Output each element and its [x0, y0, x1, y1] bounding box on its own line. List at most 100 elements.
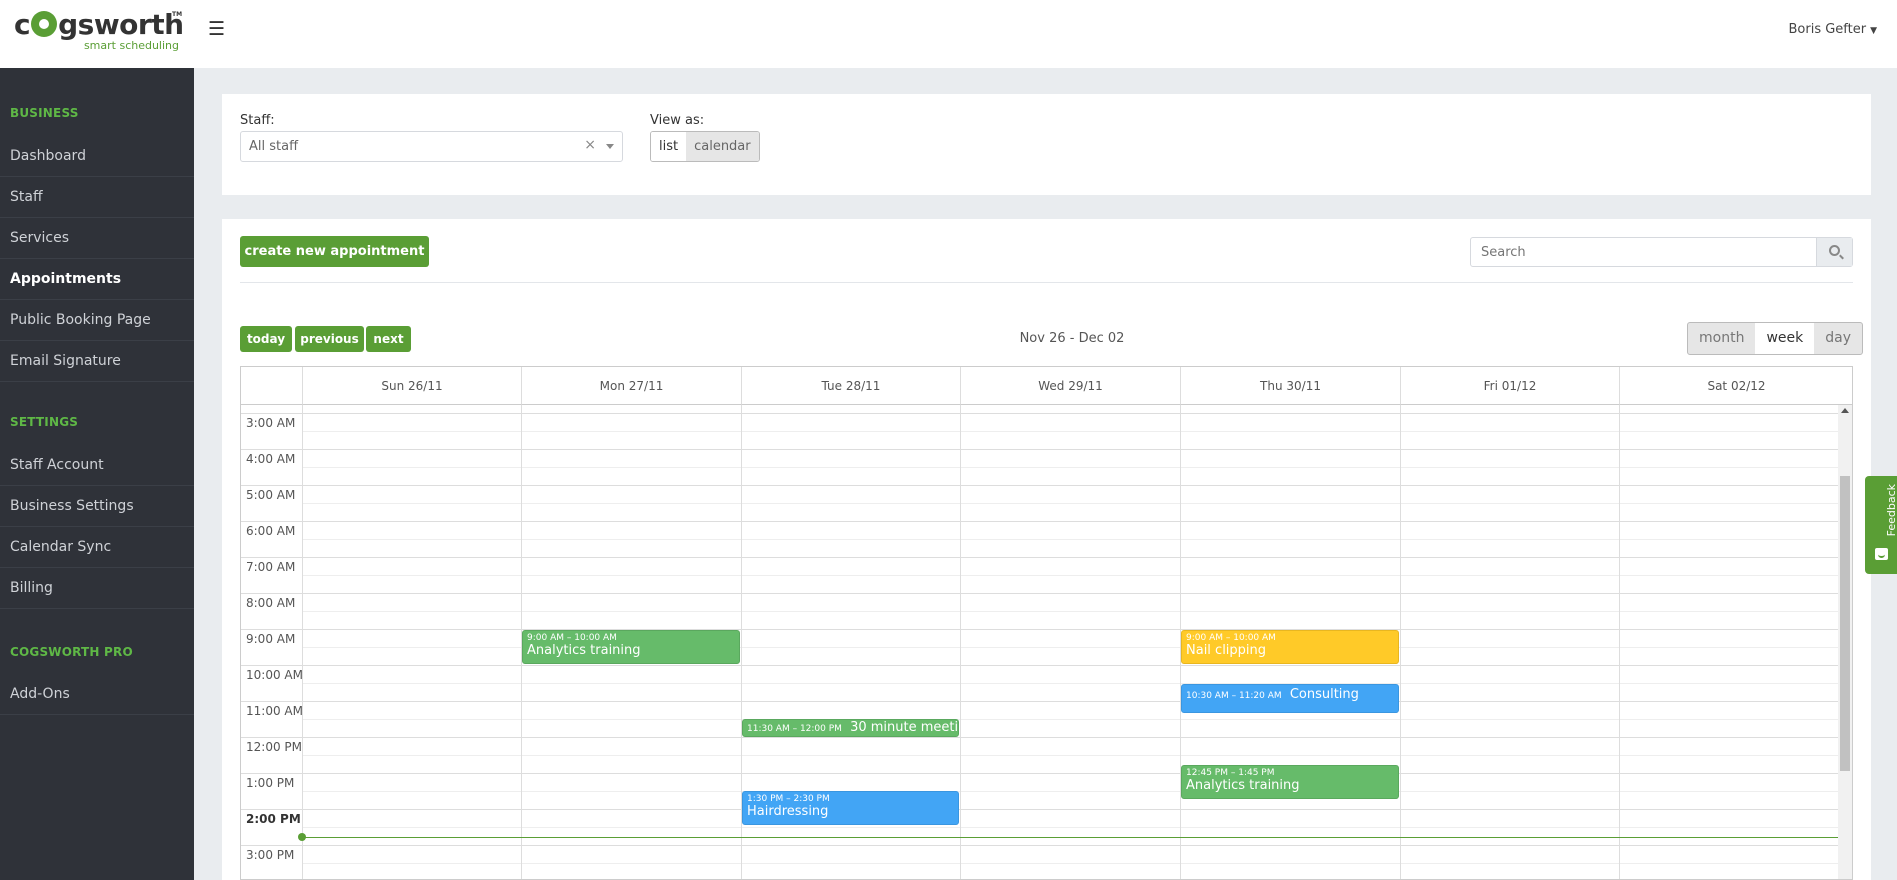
sidebar-item-business-settings[interactable]: Business Settings [0, 486, 194, 527]
current-time-line [302, 837, 1838, 838]
event-30-minute-meeting[interactable]: 11:30 AM – 12:00 PM 30 minute meeting [742, 719, 959, 737]
event-time: 10:30 AM – 11:20 AM [1186, 691, 1282, 701]
view-month-button[interactable]: month [1688, 323, 1755, 354]
hour-line [241, 413, 1838, 414]
view-as-toggle: list calendar [650, 131, 760, 162]
time-label: 12:00 PM [246, 740, 302, 754]
event-time: 9:00 AM – 10:00 AM [1186, 633, 1276, 643]
logo[interactable]: c gsworth TM smart scheduling [14, 8, 184, 56]
half-hour-line [302, 827, 1838, 828]
feedback-label: Feedback [1885, 484, 1897, 537]
event-title: Analytics training [527, 643, 641, 658]
sidebar-section-pro: COGSWORTH PRO [10, 645, 133, 659]
scroll-up-icon[interactable] [1841, 408, 1849, 413]
time-label: 6:00 AM [246, 524, 296, 538]
hour-line [241, 629, 1838, 630]
half-hour-line [302, 863, 1838, 864]
hour-line [241, 485, 1838, 486]
hour-line [241, 737, 1838, 738]
date-range-title: Nov 26 - Dec 02 [1019, 331, 1125, 346]
scrollbar-thumb[interactable] [1840, 476, 1850, 771]
staff-select[interactable]: All staff × [240, 131, 623, 162]
event-analytics-training-mon[interactable]: 9:00 AM – 10:00 AM Analytics training [522, 630, 740, 664]
search-icon [1829, 245, 1840, 256]
search-button[interactable] [1816, 238, 1852, 266]
half-hour-line [302, 755, 1838, 756]
time-label: 7:00 AM [246, 560, 296, 574]
sidebar-item-appointments[interactable]: Appointments [0, 259, 194, 300]
staff-select-value: All staff [249, 139, 299, 154]
create-appointment-button[interactable]: create new appointment [240, 236, 429, 267]
event-nail-clipping[interactable]: 9:00 AM – 10:00 AM Nail clipping [1181, 630, 1399, 664]
search-input[interactable] [1471, 238, 1816, 266]
view-day-button[interactable]: day [1814, 323, 1862, 354]
half-hour-line [302, 503, 1838, 504]
half-hour-line [302, 791, 1838, 792]
event-title: 30 minute meeting [850, 720, 959, 735]
hour-line [241, 593, 1838, 594]
top-bar: c gsworth TM smart scheduling ☰ Boris Gef… [0, 0, 1897, 68]
event-title: Analytics training [1186, 778, 1300, 793]
sidebar-item-add-ons[interactable]: Add-Ons [0, 674, 194, 715]
day-column-line [1619, 405, 1620, 879]
sidebar-item-billing[interactable]: Billing [0, 568, 194, 609]
half-hour-line [302, 539, 1838, 540]
hour-line [241, 665, 1838, 666]
hour-line [241, 521, 1838, 522]
sidebar-section-business: BUSINESS [10, 106, 79, 120]
calendar-scrollbar[interactable] [1838, 405, 1852, 879]
gear-icon [31, 11, 58, 37]
feedback-tab[interactable]: Feedback [1865, 476, 1897, 574]
event-time: 11:30 AM – 12:00 PM [747, 724, 842, 734]
sidebar-item-public-booking-page[interactable]: Public Booking Page [0, 300, 194, 341]
sidebar-item-dashboard[interactable]: Dashboard [0, 136, 194, 177]
sidebar-item-staff[interactable]: Staff [0, 177, 194, 218]
time-label: 5:00 AM [246, 488, 296, 502]
current-time-dot [298, 833, 306, 841]
event-consulting[interactable]: 10:30 AM – 11:20 AM Consulting [1181, 684, 1399, 713]
time-label: 9:00 AM [246, 632, 296, 646]
search-box [1470, 237, 1853, 267]
next-button[interactable]: next [366, 326, 411, 352]
logo-wordmark: c gsworth [14, 8, 184, 41]
view-week-button[interactable]: week [1755, 323, 1815, 354]
time-label-current: 2:00 PM [246, 812, 301, 826]
event-hairdressing[interactable]: 1:30 PM – 2:30 PM Hairdressing [742, 791, 959, 825]
week-calendar-grid: Sun 26/11 Mon 27/11 Tue 28/11 Wed 29/11 … [240, 366, 1853, 880]
day-column-line [960, 405, 961, 879]
time-label: 3:00 PM [246, 848, 295, 862]
calendar-view-toggle: month week day [1687, 322, 1864, 355]
sidebar-item-calendar-sync[interactable]: Calendar Sync [0, 527, 194, 568]
view-calendar-button[interactable]: calendar [686, 132, 759, 161]
day-header-sun: Sun 26/11 [302, 367, 521, 405]
today-button[interactable]: today [240, 326, 292, 352]
chevron-down-icon[interactable] [606, 144, 614, 149]
day-header-thu: Thu 30/11 [1180, 367, 1400, 405]
sidebar-item-email-signature[interactable]: Email Signature [0, 341, 194, 382]
menu-icon[interactable]: ☰ [208, 18, 225, 40]
divider [240, 282, 1853, 283]
sidebar-section-settings: SETTINGS [10, 415, 79, 429]
time-label: 11:00 AM [246, 704, 303, 718]
day-header-fri: Fri 01/12 [1400, 367, 1619, 405]
half-hour-line [302, 611, 1838, 612]
hour-line [241, 845, 1838, 846]
event-analytics-training-thu[interactable]: 12:45 PM – 1:45 PM Analytics training [1181, 765, 1399, 799]
calendar-panel: create new appointment today previous ne… [222, 219, 1871, 880]
hour-line [241, 449, 1838, 450]
time-label: 1:00 PM [246, 776, 295, 790]
hour-line [241, 701, 1838, 702]
caret-down-icon: ▼ [1870, 26, 1877, 36]
staff-label: Staff: [240, 113, 275, 128]
sidebar-item-staff-account[interactable]: Staff Account [0, 445, 194, 486]
user-menu[interactable]: Boris Gefter ▼ [1788, 22, 1877, 37]
time-label: 3:00 AM [246, 416, 296, 430]
sidebar-item-services[interactable]: Services [0, 218, 194, 259]
previous-button[interactable]: previous [295, 326, 364, 352]
hour-line [241, 557, 1838, 558]
event-time: 9:00 AM – 10:00 AM [527, 633, 617, 643]
clear-icon[interactable]: × [584, 137, 596, 153]
time-label: 8:00 AM [246, 596, 296, 610]
view-list-button[interactable]: list [651, 132, 687, 161]
time-label: 10:00 AM [246, 668, 303, 682]
